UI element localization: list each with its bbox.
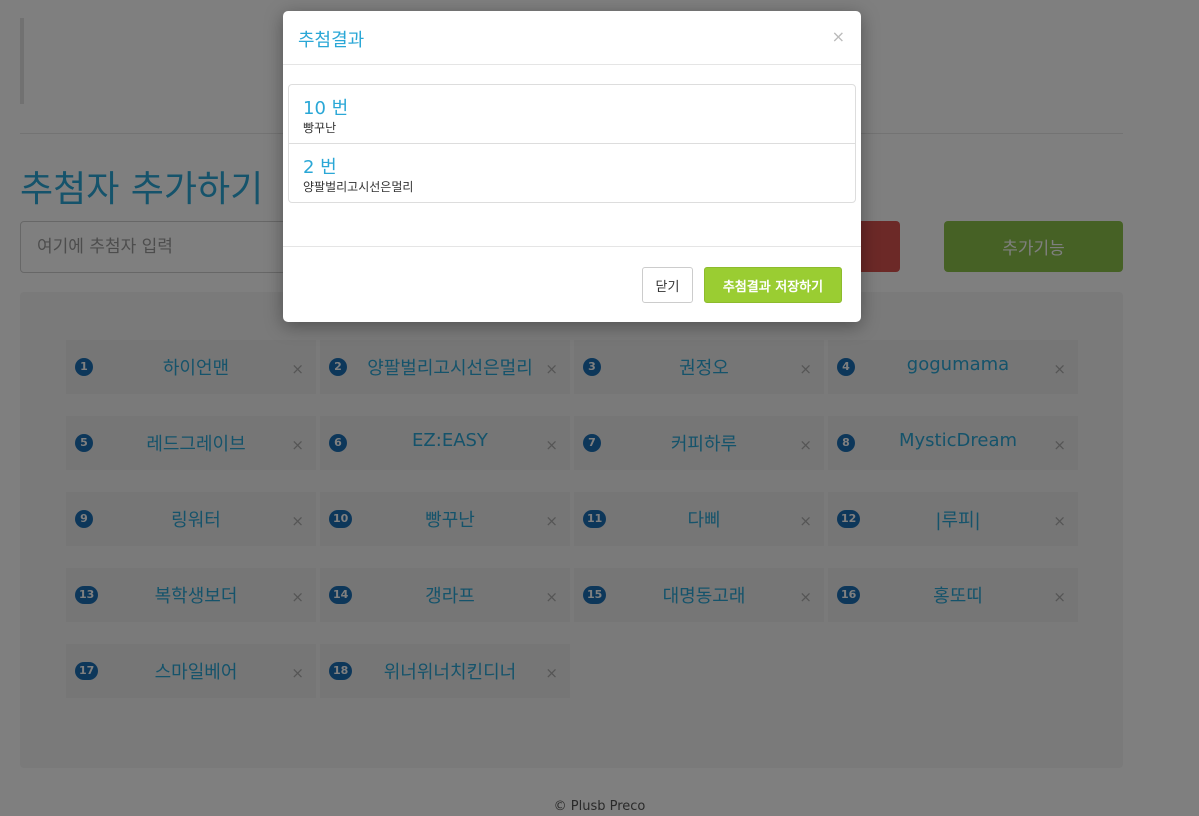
save-results-button[interactable]: 추첨결과 저장하기	[704, 267, 842, 303]
result-number: 2 번	[303, 157, 337, 178]
close-button[interactable]: 닫기	[642, 267, 693, 303]
modal-footer: 닫기 추첨결과 저장하기	[283, 246, 861, 323]
modal-title: 추첨결과	[298, 30, 365, 51]
result-item: 2 번양팔벌리고시선은멀리	[288, 143, 856, 203]
modal-header: 추첨결과 ×	[283, 11, 861, 65]
draw-result-modal: 추첨결과 × 10 번 빵꾸난 2 번 양팔벌리고시선은멀리 닫기 추첨결과 저장하기	[283, 11, 861, 322]
result-name: 빵꾸난	[303, 121, 337, 135]
close-icon[interactable]: ×	[832, 27, 845, 46]
result-number: 10 번	[303, 98, 349, 119]
result-item: 10 번빵꾸난	[288, 84, 856, 144]
result-name: 양팔벌리고시선은멀리	[303, 180, 414, 194]
result-list: 10 번 빵꾸난 2 번 양팔벌리고시선은멀리	[288, 84, 856, 203]
